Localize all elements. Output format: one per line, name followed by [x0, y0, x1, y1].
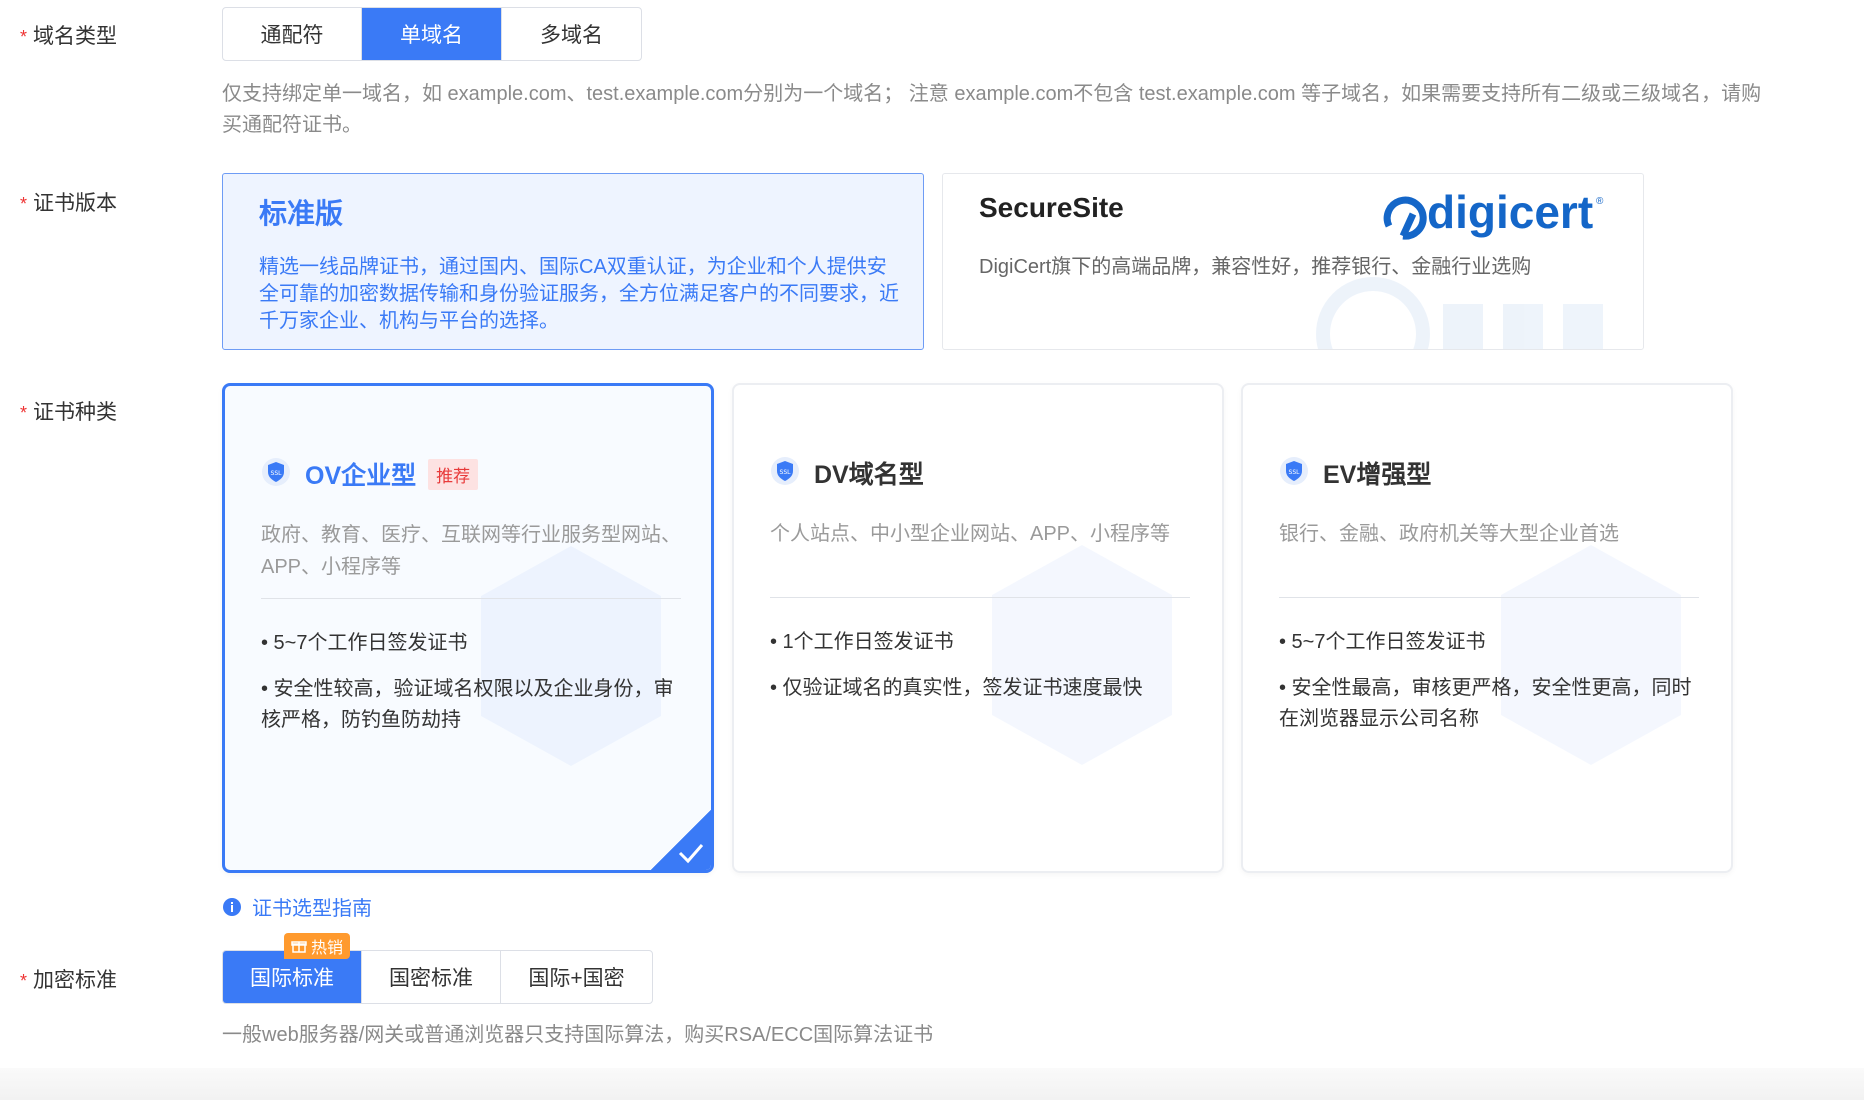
version-card-standard[interactable]: 标准版 精选一线品牌证书，通过国内、国际CA双重认证，为企业和个人提供安全可靠的… [222, 173, 924, 350]
domain-type-segmented: 通配符 单域名 多域名 [222, 7, 642, 61]
required-asterisk: * [20, 971, 28, 991]
encryption-label-text: 加密标准 [33, 969, 118, 992]
svg-text:SSL: SSL [1289, 469, 1301, 476]
divider [1279, 597, 1699, 598]
cert-type-ev-bullet-1: • 5~7个工作日签发证书 [1279, 631, 1486, 653]
cert-type-card-ov[interactable]: SSL OV企业型 推荐 政府、教育、医疗、互联网等行业服务型网站、APP、小程… [222, 383, 714, 873]
cert-guide-link[interactable]: 证书选型指南 [222, 892, 372, 921]
divider [770, 597, 1190, 598]
cert-guide-text: 证书选型指南 [252, 898, 372, 920]
cert-type-ov-sub: 政府、教育、医疗、互联网等行业服务型网站、APP、小程序等 [261, 524, 681, 578]
info-icon [223, 897, 241, 916]
cert-type-dv-head: SSL DV域名型 [770, 455, 924, 491]
required-asterisk: * [20, 27, 28, 47]
cert-type-ov-bullet-2: • 安全性较高，验证域名权限以及企业身份，审核严格，防钓鱼防劫持 [261, 678, 674, 731]
digicert-watermark [1313, 274, 1643, 349]
cert-type-dv-sub: 个人站点、中小型企业网站、APP、小程序等 [770, 523, 1171, 545]
recommend-badge: 推荐 [428, 458, 479, 490]
version-standard-desc: 精选一线品牌证书，通过国内、国际CA双重认证，为企业和个人提供安全可靠的加密数据… [259, 256, 899, 332]
domain-type-hint-line2: 买通配符证书。 [222, 114, 362, 136]
divider [261, 598, 681, 599]
cert-type-ev-bullet-2: • 安全性最高，审核更严格，安全性更高，同时在浏览器显示公司名称 [1279, 677, 1692, 730]
hot-badge: 热销 [284, 933, 351, 959]
cert-type-dv-title: DV域名型 [814, 461, 924, 489]
cert-type-card-ev[interactable]: SSL EV增强型 银行、金融、政府机关等大型企业首选 • 5~7个工作日签发证… [1241, 383, 1733, 873]
domain-type-label: * 域名类型 [20, 20, 117, 50]
domain-type-single[interactable]: 单域名 [362, 8, 502, 60]
version-card-securesite[interactable]: SecureSite DigiCert旗下的高端品牌，兼容性好，推荐银行、金融行… [942, 173, 1644, 350]
cert-type-card-dv[interactable]: SSL DV域名型 个人站点、中小型企业网站、APP、小程序等 • 1个工作日签… [732, 383, 1224, 873]
cert-type-ov-title: OV企业型 [305, 462, 417, 490]
domain-type-wildcard[interactable]: 通配符 [223, 8, 362, 60]
cert-type-ov-bullet-1: • 5~7个工作日签发证书 [261, 632, 468, 654]
domain-type-hint: 仅支持绑定单一域名，如 example.com、test.example.com… [222, 79, 1761, 141]
svg-text:SSL: SSL [780, 469, 792, 476]
cert-type-ev-title: EV增强型 [1323, 461, 1432, 489]
hot-badge-text: 热销 [311, 940, 344, 957]
cert-type-ev-sub: 银行、金融、政府机关等大型企业首选 [1279, 523, 1619, 545]
domain-type-multi[interactable]: 多域名 [502, 8, 641, 60]
footer-shade [0, 1068, 1864, 1100]
ssl-shield-icon: SSL [261, 457, 291, 492]
cert-type-ov-head: SSL OV企业型 推荐 [261, 456, 479, 492]
required-asterisk: * [20, 194, 28, 214]
digicert-logo: digicert ® [1379, 184, 1609, 249]
svg-text:SSL: SSL [271, 470, 283, 477]
domain-type-label-text: 域名类型 [33, 25, 118, 48]
digicert-logo-text: digicert [1427, 186, 1593, 238]
required-asterisk: * [20, 403, 28, 423]
cert-type-label: * 证书种类 [20, 396, 117, 426]
encryption-hint: 一般web服务器/网关或普通浏览器只支持国际算法，购买RSA/ECC国际算法证书 [222, 1024, 934, 1046]
version-standard-title: 标准版 [259, 198, 344, 229]
cert-type-dv-bullet-2: • 仅验证域名的真实性，签发证书速度最快 [770, 677, 1143, 699]
svg-text:®: ® [1596, 196, 1604, 207]
selected-check-corner [651, 810, 711, 870]
ssl-shield-icon: SSL [770, 456, 800, 491]
version-securesite-title: SecureSite [979, 192, 1124, 223]
encryption-national[interactable]: 国密标准 [362, 951, 501, 1003]
cert-version-label-text: 证书版本 [33, 192, 118, 215]
ssl-shield-icon: SSL [1279, 456, 1309, 491]
domain-type-hint-line1: 仅支持绑定单一域名，如 example.com、test.example.com… [222, 83, 1762, 105]
cert-type-ev-head: SSL EV增强型 [1279, 455, 1431, 491]
cert-type-dv-bullet-1: • 1个工作日签发证书 [770, 631, 954, 653]
encryption-label: * 加密标准 [20, 964, 117, 994]
cert-version-label: * 证书版本 [20, 187, 117, 217]
encryption-both[interactable]: 国际+国密 [501, 951, 652, 1003]
gift-icon [291, 941, 307, 953]
cert-type-label-text: 证书种类 [33, 401, 118, 424]
check-icon [678, 844, 704, 864]
